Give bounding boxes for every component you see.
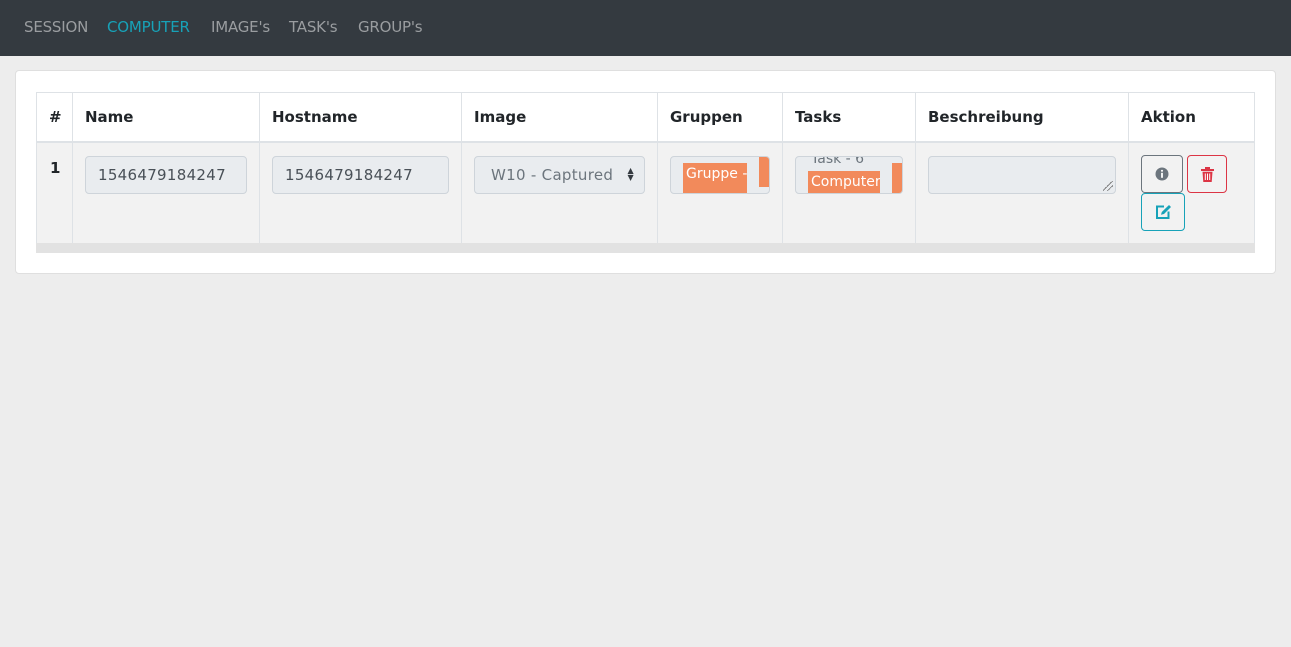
column-header-image: Image (462, 92, 658, 143)
gruppen-tag-remove[interactable] (759, 157, 769, 187)
computer-table-card: # Name Hostname Image Gruppen Tasks Besc… (15, 70, 1276, 274)
column-header-beschreibung: Beschreibung (916, 92, 1129, 143)
name-input[interactable]: 1546479184247 (85, 156, 247, 194)
cell-gruppen: Gruppe - G (658, 143, 783, 243)
nav-images[interactable]: IMAGE's (211, 18, 270, 36)
tasks-tag-remove[interactable] (892, 163, 902, 193)
column-header-name: Name (73, 92, 260, 143)
column-header-index: # (36, 92, 73, 143)
cell-image: W10 - Captured ▲ ▼ (462, 143, 658, 243)
edit-icon (1155, 205, 1171, 219)
cell-hostname: 1546479184247 (260, 143, 462, 243)
nav-session[interactable]: SESSION (24, 18, 88, 36)
column-header-hostname: Hostname (260, 92, 462, 143)
image-select[interactable]: W10 - Captured ▲ ▼ (474, 156, 645, 194)
gruppen-tag[interactable]: Gruppe - G (683, 163, 747, 193)
nav-tasks[interactable]: TASK's (289, 18, 338, 36)
delete-button[interactable] (1187, 155, 1227, 193)
hostname-input[interactable]: 1546479184247 (272, 156, 449, 194)
top-navbar: SESSION COMPUTER IMAGE's TASK's GROUP's (0, 0, 1291, 56)
cell-beschreibung (916, 143, 1129, 243)
image-select-value: W10 - Captured (491, 166, 614, 184)
info-circle-icon (1155, 167, 1169, 181)
gruppen-multiselect[interactable]: Gruppe - G (670, 156, 770, 194)
table-scrollbar[interactable] (36, 243, 1255, 253)
column-header-aktion: Aktion (1129, 92, 1255, 143)
tasks-multiselect[interactable]: Task - 6 Computer T (795, 156, 903, 194)
row-index: 1 (50, 159, 61, 177)
cell-name: 1546479184247 (73, 143, 260, 243)
cell-aktion (1129, 143, 1255, 243)
nav-computer[interactable]: COMPUTER (107, 18, 190, 36)
edit-button[interactable] (1141, 193, 1185, 231)
table-row: 1 (36, 143, 73, 243)
column-header-gruppen: Gruppen (658, 92, 783, 143)
resize-grip-icon[interactable] (1103, 181, 1113, 191)
column-header-tasks: Tasks (783, 92, 916, 143)
tasks-tag[interactable]: Computer T (808, 171, 880, 193)
info-button[interactable] (1141, 155, 1183, 193)
cell-tasks: Task - 6 Computer T (783, 143, 916, 243)
nav-groups[interactable]: GROUP's (358, 18, 423, 36)
tasks-option-ghost: Task - 6 (811, 156, 865, 167)
beschreibung-textarea[interactable] (928, 156, 1116, 194)
trash-icon (1200, 166, 1214, 182)
select-caret-icon: ▲ ▼ (627, 166, 634, 182)
